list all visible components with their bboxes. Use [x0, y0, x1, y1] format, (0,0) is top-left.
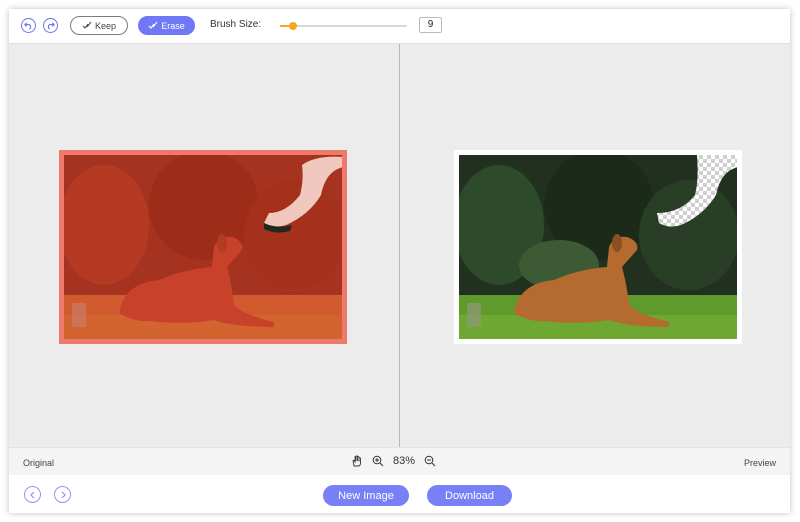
toolbar: Keep Erase Brush Size: 9 [9, 9, 790, 43]
hand-icon[interactable] [351, 455, 363, 467]
app-window: Keep Erase Brush Size: 9 Original 83% Pr… [9, 9, 790, 513]
previous-button[interactable] [24, 486, 41, 503]
next-button[interactable] [54, 486, 71, 503]
brush-size-slider[interactable] [280, 22, 407, 30]
panel-divider [399, 44, 400, 448]
brush-size-label: Brush Size: [210, 19, 262, 30]
chevron-left-icon [29, 491, 34, 498]
erase-label: Erase [161, 20, 185, 31]
brush-erase-icon [148, 21, 158, 29]
status-bar: Original 83% Preview [9, 447, 790, 475]
zoom-controls: 83% [351, 455, 436, 467]
brush-size-slider-thumb[interactable] [289, 22, 297, 30]
chevron-right-icon [61, 491, 66, 498]
new-image-button[interactable]: New Image [323, 485, 409, 506]
original-label: Original [23, 458, 55, 468]
download-button[interactable]: Download [427, 485, 512, 506]
redo-button[interactable] [43, 18, 58, 33]
original-image[interactable] [64, 155, 342, 339]
keep-button[interactable]: Keep [70, 16, 128, 35]
brush-size-input[interactable]: 9 [419, 17, 442, 33]
preview-label: Preview [743, 458, 776, 468]
erase-button[interactable]: Erase [138, 16, 195, 35]
zoom-out-icon[interactable] [424, 455, 436, 467]
preview-image-panel[interactable] [454, 150, 742, 344]
keep-label: Keep [94, 20, 117, 31]
original-image-panel[interactable] [59, 150, 347, 344]
canvas-area [9, 43, 790, 448]
brush-keep-icon [82, 21, 92, 29]
redo-icon [47, 22, 55, 30]
preview-image[interactable] [459, 155, 737, 339]
undo-button[interactable] [21, 18, 36, 33]
undo-icon [24, 22, 32, 30]
zoom-in-icon[interactable] [372, 455, 384, 467]
zoom-level: 83% [393, 455, 416, 467]
footer: New Image Download [9, 475, 790, 513]
